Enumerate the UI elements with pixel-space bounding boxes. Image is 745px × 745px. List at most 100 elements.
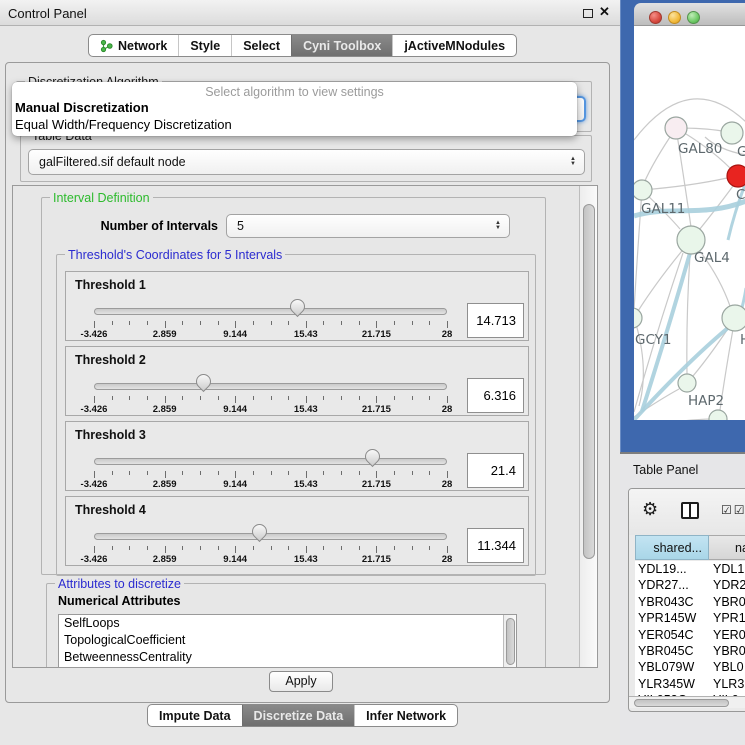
- tab-jactivemnodules[interactable]: jActiveMNodules: [392, 35, 516, 56]
- network-node-label: GAL11: [641, 201, 685, 217]
- cyni-mode-tabs: Impute Data Discretize Data Infer Network: [147, 704, 458, 727]
- slider-scale-label: 9.144: [205, 404, 265, 415]
- threshold-value-field[interactable]: 14.713: [467, 303, 524, 338]
- slider-tick: [323, 396, 324, 400]
- tab-cyni-toolbox[interactable]: Cyni Toolbox: [291, 35, 392, 56]
- slider-scale-label: 9.144: [205, 554, 265, 565]
- cell-name: YDR2: [713, 577, 745, 593]
- algorithm-dropdown-popup: Select algorithm to view settings Manual…: [12, 82, 577, 136]
- cell-name: YPR1: [713, 610, 745, 626]
- settings-scrollbar[interactable]: [579, 186, 597, 668]
- tab-select[interactable]: Select: [231, 35, 291, 56]
- tab-discretize-data[interactable]: Discretize Data: [242, 705, 355, 726]
- cell-shared-name: YBL079W: [638, 659, 694, 675]
- slider-tick: [306, 546, 307, 553]
- slider-tick: [412, 546, 413, 550]
- network-node[interactable]: [678, 374, 696, 392]
- network-node[interactable]: [722, 305, 745, 331]
- network-window-titlebar[interactable]: [634, 3, 745, 26]
- table-row[interactable]: YPR145WYPR1: [635, 610, 745, 626]
- network-node[interactable]: [665, 117, 687, 139]
- apply-button[interactable]: Apply: [269, 671, 333, 692]
- settings-scrollpane: Interval Definition Number of Intervals …: [12, 185, 598, 668]
- column-header-name[interactable]: na: [709, 535, 745, 560]
- threshold-value-field[interactable]: 21.4: [467, 453, 524, 488]
- zoom-traffic-light-icon[interactable]: [687, 11, 700, 24]
- slider-tick: [447, 321, 448, 328]
- close-traffic-light-icon[interactable]: [649, 11, 662, 24]
- table-row[interactable]: YDL19... YDL1: [635, 561, 745, 577]
- select-columns-checkboxes-icon[interactable]: ☑☑: [721, 503, 745, 517]
- thresholds-group-title: Threshold's Coordinates for 5 Intervals: [65, 248, 285, 262]
- float-window-icon[interactable]: [583, 9, 593, 18]
- algorithm-option[interactable]: Manual Discretization: [12, 99, 577, 116]
- cell-name: YDL1: [713, 561, 744, 577]
- network-canvas[interactable]: GAL80GCGAL11GAL4GCY1HHAP2: [634, 26, 745, 420]
- network-node[interactable]: [634, 180, 652, 200]
- attributes-scrollbar-thumb[interactable]: [506, 618, 515, 665]
- slider-tick: [129, 396, 130, 400]
- gear-icon[interactable]: ⚙: [642, 499, 658, 520]
- slider-tick: [200, 396, 201, 400]
- table-row[interactable]: YLR345WYLR3: [635, 676, 745, 692]
- tab-impute-data[interactable]: Impute Data: [148, 705, 242, 726]
- attribute-list-item[interactable]: BetweennessCentrality: [59, 649, 516, 666]
- slider-tick: [359, 396, 360, 400]
- settings-scrollbar-thumb[interactable]: [583, 204, 595, 559]
- minimize-traffic-light-icon[interactable]: [668, 11, 681, 24]
- number-of-intervals-label: Number of Intervals: [62, 219, 218, 233]
- attribute-list-item[interactable]: TopologicalCoefficient: [59, 632, 516, 649]
- table-row[interactable]: YBR043CYBR0: [635, 594, 745, 610]
- columns-icon[interactable]: [681, 502, 699, 519]
- interval-definition-groupbox: Interval Definition Number of Intervals …: [41, 197, 546, 575]
- table-row[interactable]: YBL079WYBL0: [635, 659, 745, 675]
- attribute-list-item[interactable]: SelfLoops: [59, 615, 516, 632]
- cell-name: YBR0: [713, 643, 745, 659]
- table-row[interactable]: YER054CYER0: [635, 627, 745, 643]
- tab-style[interactable]: Style: [178, 35, 231, 56]
- slider-tick: [182, 546, 183, 550]
- tab-label: jActiveMNodules: [404, 39, 505, 53]
- slider-tick: [200, 471, 201, 475]
- tab-label: Discretize Data: [254, 709, 344, 723]
- slider-tick: [235, 546, 236, 553]
- network-edge[interactable]: [634, 419, 710, 420]
- attributes-groupbox: Attributes to discretize Numerical Attri…: [46, 583, 546, 668]
- tab-infer-network[interactable]: Infer Network: [354, 705, 457, 726]
- threshold-value-field[interactable]: 6.316: [467, 378, 524, 413]
- algorithm-prompt-item[interactable]: Select algorithm to view settings: [12, 82, 577, 99]
- slider-tick: [218, 321, 219, 325]
- network-node[interactable]: [709, 410, 727, 420]
- screen: Control Panel ✕ NetworkStyleSelectCyni T…: [0, 0, 745, 745]
- algorithm-options: Manual DiscretizationEqual Width/Frequen…: [12, 99, 577, 133]
- slider-track[interactable]: [94, 533, 447, 540]
- algorithm-option[interactable]: Equal Width/Frequency Discretization: [12, 116, 577, 133]
- network-node-label: GAL4: [694, 250, 730, 266]
- threshold-value-field[interactable]: 11.344: [467, 528, 524, 563]
- column-header-shared-name[interactable]: shared...: [635, 535, 709, 560]
- cell-name: YBR0: [713, 594, 745, 610]
- cell-shared-name: YDL19...: [638, 561, 687, 577]
- slider-tick: [182, 471, 183, 475]
- slider-tick: [341, 546, 342, 550]
- slider-track[interactable]: [94, 383, 447, 390]
- combo-arrows-icon: ▲▼: [495, 221, 501, 231]
- tab-label: Cyni Toolbox: [303, 39, 381, 53]
- attributes-scrollbar[interactable]: [503, 615, 516, 668]
- network-node[interactable]: [721, 122, 743, 144]
- slider-tick: [394, 546, 395, 550]
- table-data-combobox[interactable]: galFiltered.sif default node ▲▼: [28, 149, 585, 175]
- close-icon[interactable]: ✕: [599, 4, 610, 20]
- network-node[interactable]: [727, 165, 745, 187]
- threshold-label: Threshold 4: [75, 503, 146, 517]
- network-node[interactable]: [634, 308, 642, 328]
- slider-tick: [429, 546, 430, 550]
- table-row[interactable]: YDR27...YDR2: [635, 577, 745, 593]
- number-of-intervals-combobox[interactable]: 5 ▲▼: [226, 214, 510, 238]
- tab-network[interactable]: Network: [89, 35, 178, 56]
- table-hscrollbar-thumb[interactable]: [634, 699, 729, 707]
- table-row[interactable]: YBR045CYBR0: [635, 643, 745, 659]
- table-horizontal-scrollbar[interactable]: [629, 696, 745, 708]
- slider-track[interactable]: [94, 458, 447, 465]
- slider-track[interactable]: [94, 308, 447, 315]
